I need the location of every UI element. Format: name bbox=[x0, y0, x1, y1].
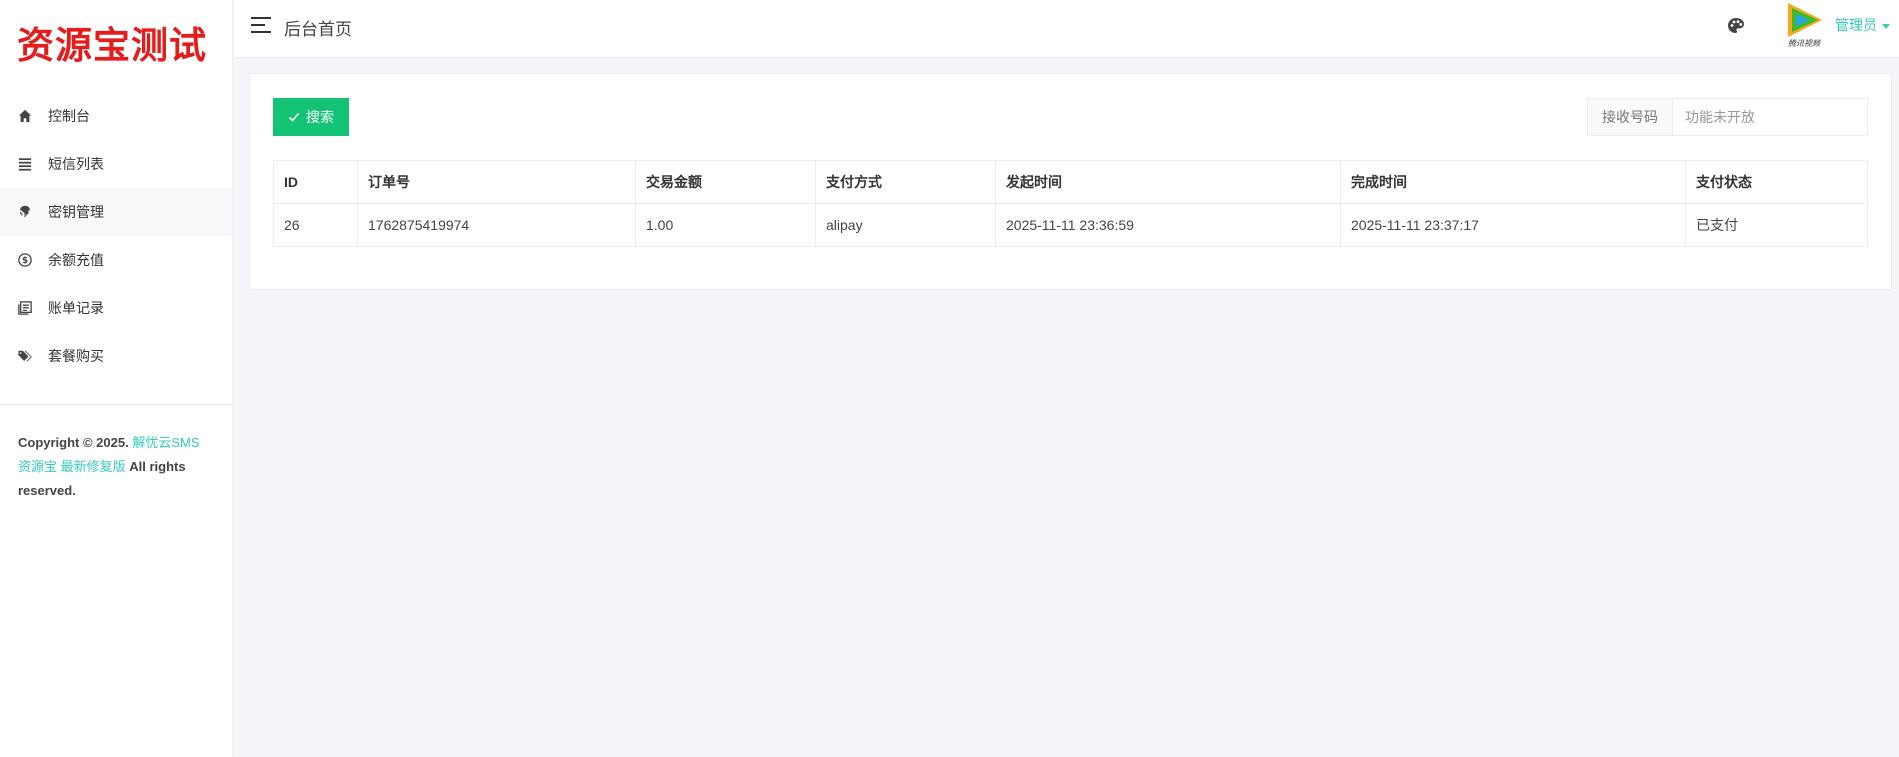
cell-status: 已支付 bbox=[1685, 203, 1868, 247]
copyright-notice: Copyright © 2025. 解忧云SMS 资源宝 最新修复版 All r… bbox=[0, 405, 232, 503]
cell-end-time: 2025-11-11 23:37:17 bbox=[1340, 203, 1686, 247]
tags-icon bbox=[17, 348, 33, 364]
fingerprint-icon bbox=[17, 204, 33, 220]
list-icon bbox=[17, 156, 33, 172]
user-name: 管理员 bbox=[1835, 17, 1877, 33]
site-logo[interactable]: 资源宝测试 bbox=[0, 0, 232, 84]
column-header: 订单号 bbox=[357, 160, 636, 204]
home-icon bbox=[17, 108, 33, 124]
table-header-row: ID 订单号 交易金额 支付方式 发起时间 完成时间 支付状态 bbox=[273, 160, 1868, 204]
bill-icon bbox=[17, 300, 33, 316]
sidebar-item-console[interactable]: 控制台 bbox=[0, 92, 232, 140]
cell-method: alipay bbox=[815, 203, 996, 247]
search-button-label: 搜索 bbox=[306, 109, 334, 125]
cell-start-time: 2025-11-11 23:36:59 bbox=[995, 203, 1341, 247]
menu-toggle-icon[interactable] bbox=[251, 17, 271, 33]
phone-filter-label: 接收号码 bbox=[1588, 99, 1673, 135]
sidebar: 资源宝测试 控制台 短信列表 密钥管理 $ 余额充值 账单记录 套餐购买 Cop… bbox=[0, 0, 233, 757]
sidebar-item-label: 余额充值 bbox=[48, 252, 104, 268]
caret-down-icon bbox=[1882, 23, 1890, 29]
page-title: 后台首页 bbox=[284, 20, 352, 39]
cell-order-no: 1762875419974 bbox=[357, 203, 636, 247]
sidebar-menu: 控制台 短信列表 密钥管理 $ 余额充值 账单记录 套餐购买 bbox=[0, 92, 232, 380]
column-header: 交易金额 bbox=[635, 160, 816, 204]
phone-filter-input[interactable] bbox=[1673, 99, 1867, 135]
table-row: 26 1762875419974 1.00 alipay 2025-11-11 … bbox=[273, 203, 1868, 247]
sidebar-item-label: 控制台 bbox=[48, 108, 90, 124]
column-header: ID bbox=[273, 160, 358, 204]
sidebar-item-label: 密钥管理 bbox=[48, 204, 104, 220]
sidebar-item-label: 短信列表 bbox=[48, 156, 104, 172]
cell-amount: 1.00 bbox=[635, 203, 816, 247]
column-header: 支付状态 bbox=[1685, 160, 1868, 204]
column-header: 发起时间 bbox=[995, 160, 1341, 204]
cell-id: 26 bbox=[273, 203, 358, 247]
user-avatar[interactable]: 腾讯视频 bbox=[1778, 0, 1830, 50]
column-header: 完成时间 bbox=[1340, 160, 1686, 204]
avatar-caption: 腾讯视频 bbox=[1788, 39, 1822, 48]
sidebar-item-recharge[interactable]: $ 余额充值 bbox=[0, 236, 232, 284]
copyright-link-brand[interactable]: 解忧云SMS bbox=[132, 435, 199, 450]
copyright-prefix: Copyright © 2025. bbox=[18, 435, 129, 450]
palette-icon[interactable] bbox=[1726, 16, 1746, 36]
sidebar-item-key-management[interactable]: 密钥管理 bbox=[0, 188, 232, 236]
copyright-link-version[interactable]: 资源宝 最新修复版 bbox=[18, 459, 126, 474]
phone-filter: 接收号码 bbox=[1587, 98, 1868, 136]
user-menu-dropdown[interactable]: 管理员 bbox=[1835, 15, 1890, 35]
search-button[interactable]: 搜索 bbox=[273, 98, 349, 136]
orders-table: ID 订单号 交易金额 支付方式 发起时间 完成时间 支付状态 26 17628… bbox=[273, 160, 1868, 247]
sidebar-item-label: 套餐购买 bbox=[48, 348, 104, 364]
svg-text:$: $ bbox=[22, 256, 28, 266]
dollar-circle-icon: $ bbox=[17, 252, 33, 268]
sidebar-item-label: 账单记录 bbox=[48, 300, 104, 316]
top-header: 后台首页 腾讯视频 管理员 bbox=[234, 0, 1899, 58]
sidebar-item-sms-list[interactable]: 短信列表 bbox=[0, 140, 232, 188]
sidebar-item-packages[interactable]: 套餐购买 bbox=[0, 332, 232, 380]
column-header: 支付方式 bbox=[815, 160, 996, 204]
orders-card: 搜索 接收号码 ID 订单号 交易金额 支付方式 发起时间 完成时间 支付状态 … bbox=[249, 73, 1892, 290]
check-icon bbox=[288, 112, 300, 122]
sidebar-item-bills[interactable]: 账单记录 bbox=[0, 284, 232, 332]
